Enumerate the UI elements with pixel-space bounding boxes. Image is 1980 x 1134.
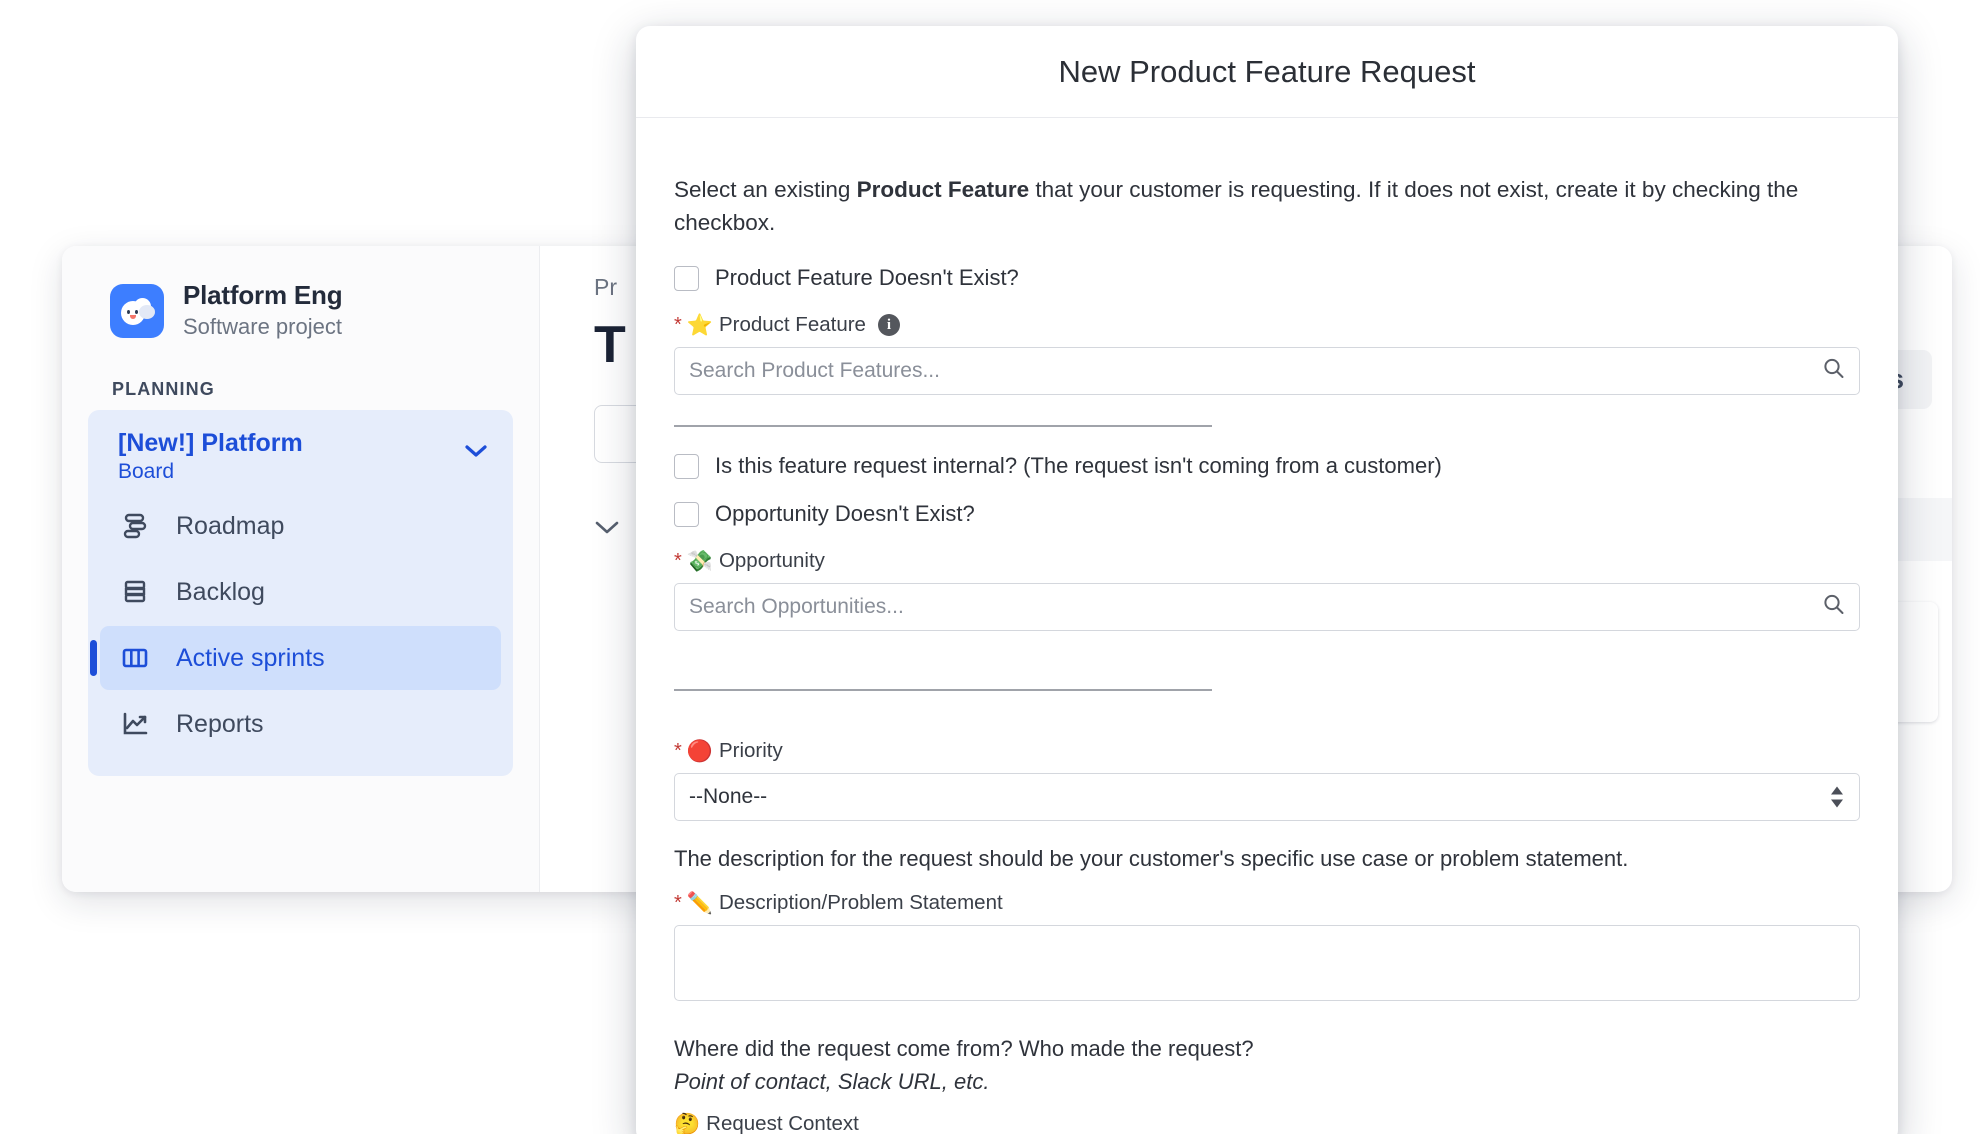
priority-select[interactable]: --None--	[674, 773, 1860, 821]
request-helper-line-2: Point of contact, Slack URL, etc.	[674, 1065, 1860, 1098]
star-icon: ⭐	[687, 315, 713, 336]
updown-spinner-icon[interactable]	[1831, 787, 1843, 808]
field-priority: * 🔴 Priority --None--	[674, 739, 1860, 821]
board-columns-icon	[118, 641, 152, 675]
checkbox-label: Opportunity Doesn't Exist?	[715, 501, 975, 527]
chevron-down-icon[interactable]	[465, 440, 487, 462]
board-subtitle: Board	[118, 460, 303, 484]
search-opportunities-input[interactable]	[674, 583, 1860, 631]
reports-chart-icon	[118, 707, 152, 741]
checkbox-row-internal[interactable]: Is this feature request internal? (The r…	[674, 453, 1860, 479]
checkbox-row-feature-missing[interactable]: Product Feature Doesn't Exist?	[674, 265, 1860, 291]
checkbox-product-feature-missing[interactable]	[674, 266, 699, 291]
intro-bold: Product Feature	[857, 177, 1030, 202]
backlog-icon	[118, 575, 152, 609]
project-sidebar: Platform Eng Software project PLANNING […	[62, 246, 540, 892]
input-wrap-opportunity	[674, 583, 1860, 631]
modal-body: Select an existing Product Feature that …	[636, 118, 1898, 1134]
checkbox-request-internal[interactable]	[674, 454, 699, 479]
field-label-priority: * 🔴 Priority	[674, 739, 1860, 763]
info-icon[interactable]: i	[878, 314, 900, 336]
project-name: Platform Eng	[183, 280, 342, 311]
board-selector[interactable]: [New!] Platform Board	[88, 424, 513, 492]
field-label-product-feature: * ⭐ Product Feature i	[674, 313, 1860, 337]
board-title: [New!] Platform	[118, 428, 303, 458]
request-helper-line-1: Where did the request come from? Who mad…	[674, 1032, 1860, 1065]
label-text: Priority	[719, 739, 783, 763]
priority-selected-value: --None--	[689, 785, 767, 809]
field-product-feature: * ⭐ Product Feature i	[674, 313, 1860, 395]
planning-nav-group: [New!] Platform Board	[88, 410, 513, 776]
description-textarea[interactable]	[674, 925, 1860, 1001]
field-request-context: 🤔 Request Context	[674, 1112, 1860, 1134]
label-text: Product Feature	[719, 313, 866, 337]
sidebar-item-label: Roadmap	[176, 512, 284, 541]
sidebar-item-roadmap[interactable]: Roadmap	[100, 494, 501, 558]
label-text: Request Context	[706, 1112, 859, 1134]
project-avatar	[110, 284, 164, 338]
sidebar-item-backlog[interactable]: Backlog	[100, 560, 501, 624]
project-subtitle: Software project	[183, 313, 342, 342]
sidebar-item-active-sprints[interactable]: Active sprints	[100, 626, 501, 690]
sidebar-item-label: Backlog	[176, 578, 265, 607]
search-product-features-input[interactable]	[674, 347, 1860, 395]
modal-header: New Product Feature Request	[636, 26, 1898, 118]
required-marker: *	[674, 741, 682, 761]
required-marker: *	[674, 551, 682, 571]
field-label-request-context: 🤔 Request Context	[674, 1112, 1860, 1134]
project-header[interactable]: Platform Eng Software project	[88, 280, 513, 341]
label-text: Description/Problem Statement	[719, 891, 1003, 915]
sidebar-item-label: Active sprints	[176, 644, 325, 673]
checkbox-opportunity-missing[interactable]	[674, 502, 699, 527]
sidebar-item-reports[interactable]: Reports	[100, 692, 501, 756]
intro-before: Select an existing	[674, 177, 857, 202]
request-context-helper: Where did the request come from? Who mad…	[674, 1032, 1860, 1098]
field-opportunity: * 💸 Opportunity	[674, 549, 1860, 631]
field-label-opportunity: * 💸 Opportunity	[674, 549, 1860, 573]
required-marker: *	[674, 315, 682, 335]
label-text: Opportunity	[719, 549, 825, 573]
checkbox-label: Product Feature Doesn't Exist?	[715, 265, 1019, 291]
roadmap-icon	[118, 509, 152, 543]
section-divider-1	[674, 425, 1212, 427]
screen: Platform Eng Software project PLANNING […	[0, 0, 1980, 1134]
sidebar-section-label: PLANNING	[112, 379, 513, 400]
checkbox-label: Is this feature request internal? (The r…	[715, 453, 1442, 479]
sidebar-item-label: Reports	[176, 710, 264, 739]
input-wrap-product-feature	[674, 347, 1860, 395]
money-with-wings-icon: 💸	[687, 551, 713, 572]
cloud-face-icon	[118, 296, 156, 326]
modal-title: New Product Feature Request	[1059, 54, 1476, 90]
field-label-description: * ✏️ Description/Problem Statement	[674, 891, 1860, 915]
required-marker: *	[674, 893, 682, 913]
thinking-face-icon: 🤔	[674, 1114, 700, 1134]
new-product-feature-request-modal: New Product Feature Request Select an ex…	[636, 26, 1898, 1134]
field-description: * ✏️ Description/Problem Statement	[674, 891, 1860, 1006]
description-helper-text: The description for the request should b…	[674, 843, 1860, 875]
red-circle-icon: 🔴	[687, 741, 713, 762]
section-divider-2	[674, 689, 1212, 691]
pencil-icon: ✏️	[687, 893, 713, 914]
checkbox-row-opportunity-missing[interactable]: Opportunity Doesn't Exist?	[674, 501, 1860, 527]
intro-text: Select an existing Product Feature that …	[674, 174, 1860, 239]
